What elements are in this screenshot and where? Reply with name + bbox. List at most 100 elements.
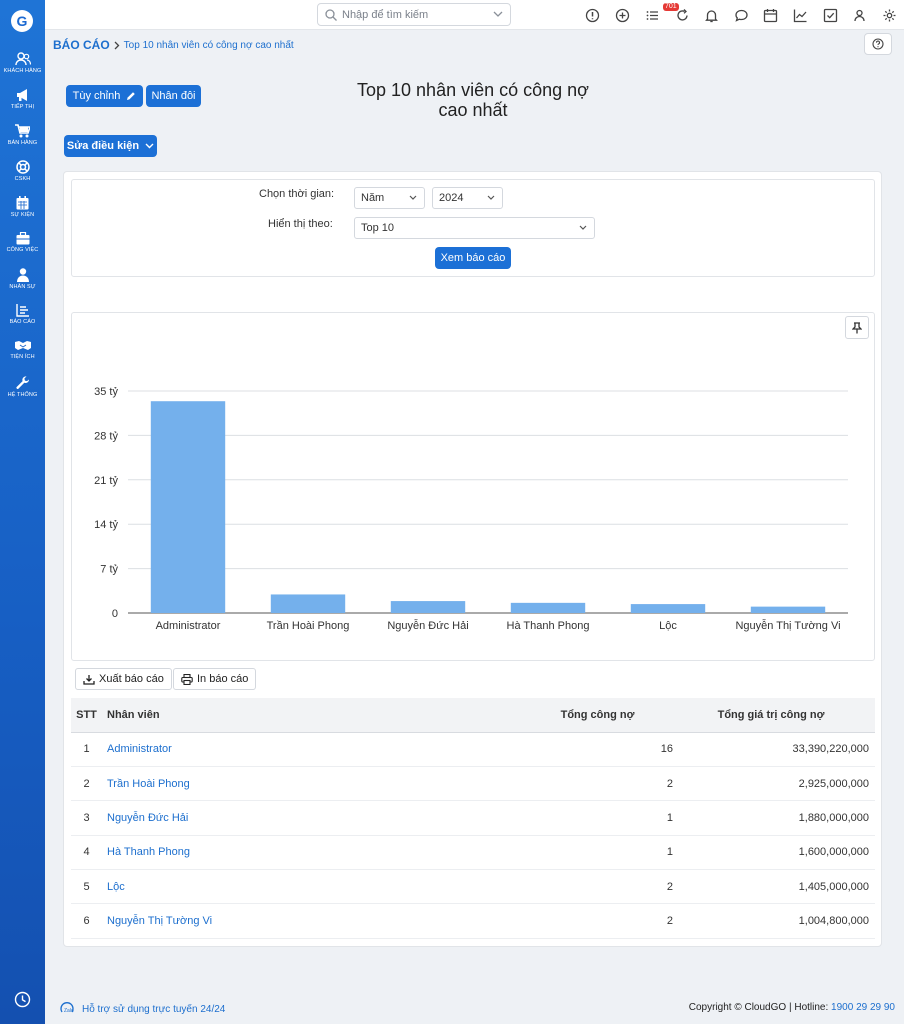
debt-value: 1,600,000,000 (673, 835, 875, 871)
cart-icon (15, 124, 30, 138)
table-row: 5 Lộc 2 1,405,000,000 (71, 869, 875, 905)
employee-link[interactable]: Nguyễn Thị Tường Vi (102, 903, 482, 939)
employee-link[interactable]: Trần Hoài Phong (102, 766, 482, 802)
footer-divider: | (788, 1002, 792, 1013)
employee-link[interactable]: Hà Thanh Phong (102, 835, 482, 871)
chevron-down-icon[interactable] (493, 11, 503, 18)
sidebar-item-utilities[interactable]: TIỆN ÍCH (0, 340, 45, 374)
debt-count: 2 (482, 869, 673, 905)
debt-value: 2,925,000,000 (673, 766, 875, 802)
megaphone-icon (16, 89, 27, 101)
column-header-debt-value[interactable]: Tổng giá trị công nợ (673, 698, 875, 733)
chart-bar[interactable] (510, 602, 586, 613)
wrench-icon (15, 376, 29, 389)
report-table: STT Nhân viên Tổng công nợ Tổng giá trị … (71, 698, 875, 939)
users-icon (14, 52, 31, 66)
period-value: Năm (361, 192, 385, 204)
chevron-down-icon (145, 143, 154, 149)
hotline-number[interactable]: 1900 29 29 90 (831, 1002, 895, 1013)
handshake-icon (14, 341, 31, 350)
employee-link[interactable]: Nguyễn Đức Hải (102, 800, 482, 836)
export-report-label: Xuất báo cáo (99, 673, 164, 685)
global-search-input[interactable]: Nhập để tìm kiếm (317, 3, 511, 26)
sidebar-item-hr[interactable]: NHÂN SỰ (0, 268, 45, 302)
sidebar-item-system[interactable]: HỆ THỐNG (0, 376, 45, 410)
sidebar-item-sales[interactable]: BÁN HÀNG (0, 124, 45, 158)
column-header-employee[interactable]: Nhân viên (102, 698, 482, 733)
page-title-line1: Top 10 nhân viên có công nợ (357, 80, 589, 100)
sidebar-item-label: KHÁCH HÀNG (3, 68, 42, 74)
column-header-stt[interactable]: STT (71, 698, 102, 733)
breadcrumb: BÁO CÁO Top 10 nhân viên có công nợ cao … (53, 38, 294, 52)
sidebar-item-events[interactable]: SỰ KIỆN (0, 196, 45, 230)
chat-icon[interactable] (734, 8, 749, 23)
duplicate-button[interactable]: Nhân đôi (146, 85, 201, 107)
chart-bar[interactable] (750, 606, 826, 613)
help-button[interactable] (864, 33, 892, 55)
sidebar-item-label: TIỆN ÍCH (10, 354, 35, 360)
table-row: 3 Nguyễn Đức Hải 1 1,880,000,000 (71, 800, 875, 836)
clock-icon[interactable] (14, 991, 31, 1008)
pencil-icon (127, 92, 136, 100)
sidebar-item-reports[interactable]: BÁO CÁO (0, 304, 45, 338)
period-select[interactable]: Năm (354, 187, 425, 209)
download-icon (83, 674, 95, 685)
sidebar-item-label: TIẾP THỊ (10, 104, 35, 110)
edit-conditions-label: Sửa điều kiện (66, 140, 140, 152)
sidebar-item-customers[interactable]: KHÁCH HÀNG (0, 52, 45, 86)
chart-line-icon[interactable] (793, 8, 808, 23)
breadcrumb-root[interactable]: BÁO CÁO (53, 38, 110, 52)
info-circle-icon[interactable] (585, 8, 600, 23)
sidebar-item-label: CSKH (14, 176, 31, 182)
employee-link[interactable]: Lộc (102, 869, 482, 905)
employee-link[interactable]: Administrator (102, 732, 482, 767)
time-label: Chọn thời gian: (259, 188, 335, 200)
sidebar-item-marketing[interactable]: TIẾP THỊ (0, 88, 45, 122)
table-row: 2 Trần Hoài Phong 2 2,925,000,000 (71, 766, 875, 802)
notification-badge: 701 (663, 3, 679, 11)
table-row: 6 Nguyễn Thị Tường Vi 2 1,004,800,000 (71, 903, 875, 939)
column-header-debt-count[interactable]: Tổng công nợ (482, 698, 673, 733)
sidebar-item-label: SỰ KIỆN (10, 212, 35, 218)
sidebar-item-tasks[interactable]: CÔNG VIỆC (0, 232, 45, 266)
chevron-down-icon (487, 195, 495, 200)
add-circle-icon[interactable] (615, 8, 630, 23)
sidebar-item-label: NHÂN SỰ (9, 284, 36, 290)
footer-info: Copyright © CloudGO | Hotline: 1900 29 2… (689, 1002, 895, 1013)
chart-bar[interactable] (270, 594, 346, 613)
export-report-button[interactable]: Xuất báo cáo (75, 668, 172, 690)
display-value: Top 10 (361, 222, 395, 234)
lifebuoy-icon (15, 160, 30, 174)
chart-bar[interactable] (390, 601, 466, 613)
debt-count: 2 (482, 766, 673, 802)
calendar-icon[interactable] (763, 8, 778, 23)
debt-value: 1,405,000,000 (673, 869, 875, 905)
page-title-line2: cao nhất (438, 100, 508, 120)
checkbox-icon[interactable] (823, 8, 838, 23)
debt-count: 1 (482, 835, 673, 871)
display-select[interactable]: Top 10 (354, 217, 595, 239)
row-stt: 2 (71, 766, 102, 802)
chart-bar[interactable] (630, 604, 706, 613)
table-header-row: STT Nhân viên Tổng công nợ Tổng giá trị … (71, 698, 875, 733)
gear-icon[interactable] (882, 8, 897, 23)
view-report-button[interactable]: Xem báo cáo (435, 247, 511, 269)
print-report-button[interactable]: In báo cáo (173, 668, 257, 690)
chart-bar[interactable] (150, 401, 226, 613)
row-stt: 4 (71, 835, 102, 871)
cloudgo-logo[interactable]: G (11, 10, 33, 32)
sidebar-item-cskh[interactable]: CSKH (0, 160, 45, 194)
bell-icon[interactable] (704, 8, 719, 23)
edit-conditions-button[interactable]: Sửa điều kiện (64, 135, 157, 157)
customize-button[interactable]: Tùy chỉnh (66, 85, 143, 107)
year-select[interactable]: 2024 (432, 187, 503, 209)
chevron-down-icon (579, 225, 587, 230)
pin-button[interactable] (845, 316, 869, 339)
chevron-right-icon (114, 41, 120, 49)
breadcrumb-current: Top 10 nhân viên có công nợ cao nhất (123, 39, 294, 51)
support-link[interactable]: Zalo Hỗ trợ sử dụng trực tuyến 24/24 (60, 1002, 225, 1016)
user-icon[interactable] (852, 8, 867, 23)
support-text: Hỗ trợ sử dụng trực tuyến 24/24 (82, 1003, 226, 1015)
sidebar-item-label: BÁO CÁO (9, 319, 36, 325)
list-icon[interactable] (645, 8, 660, 23)
